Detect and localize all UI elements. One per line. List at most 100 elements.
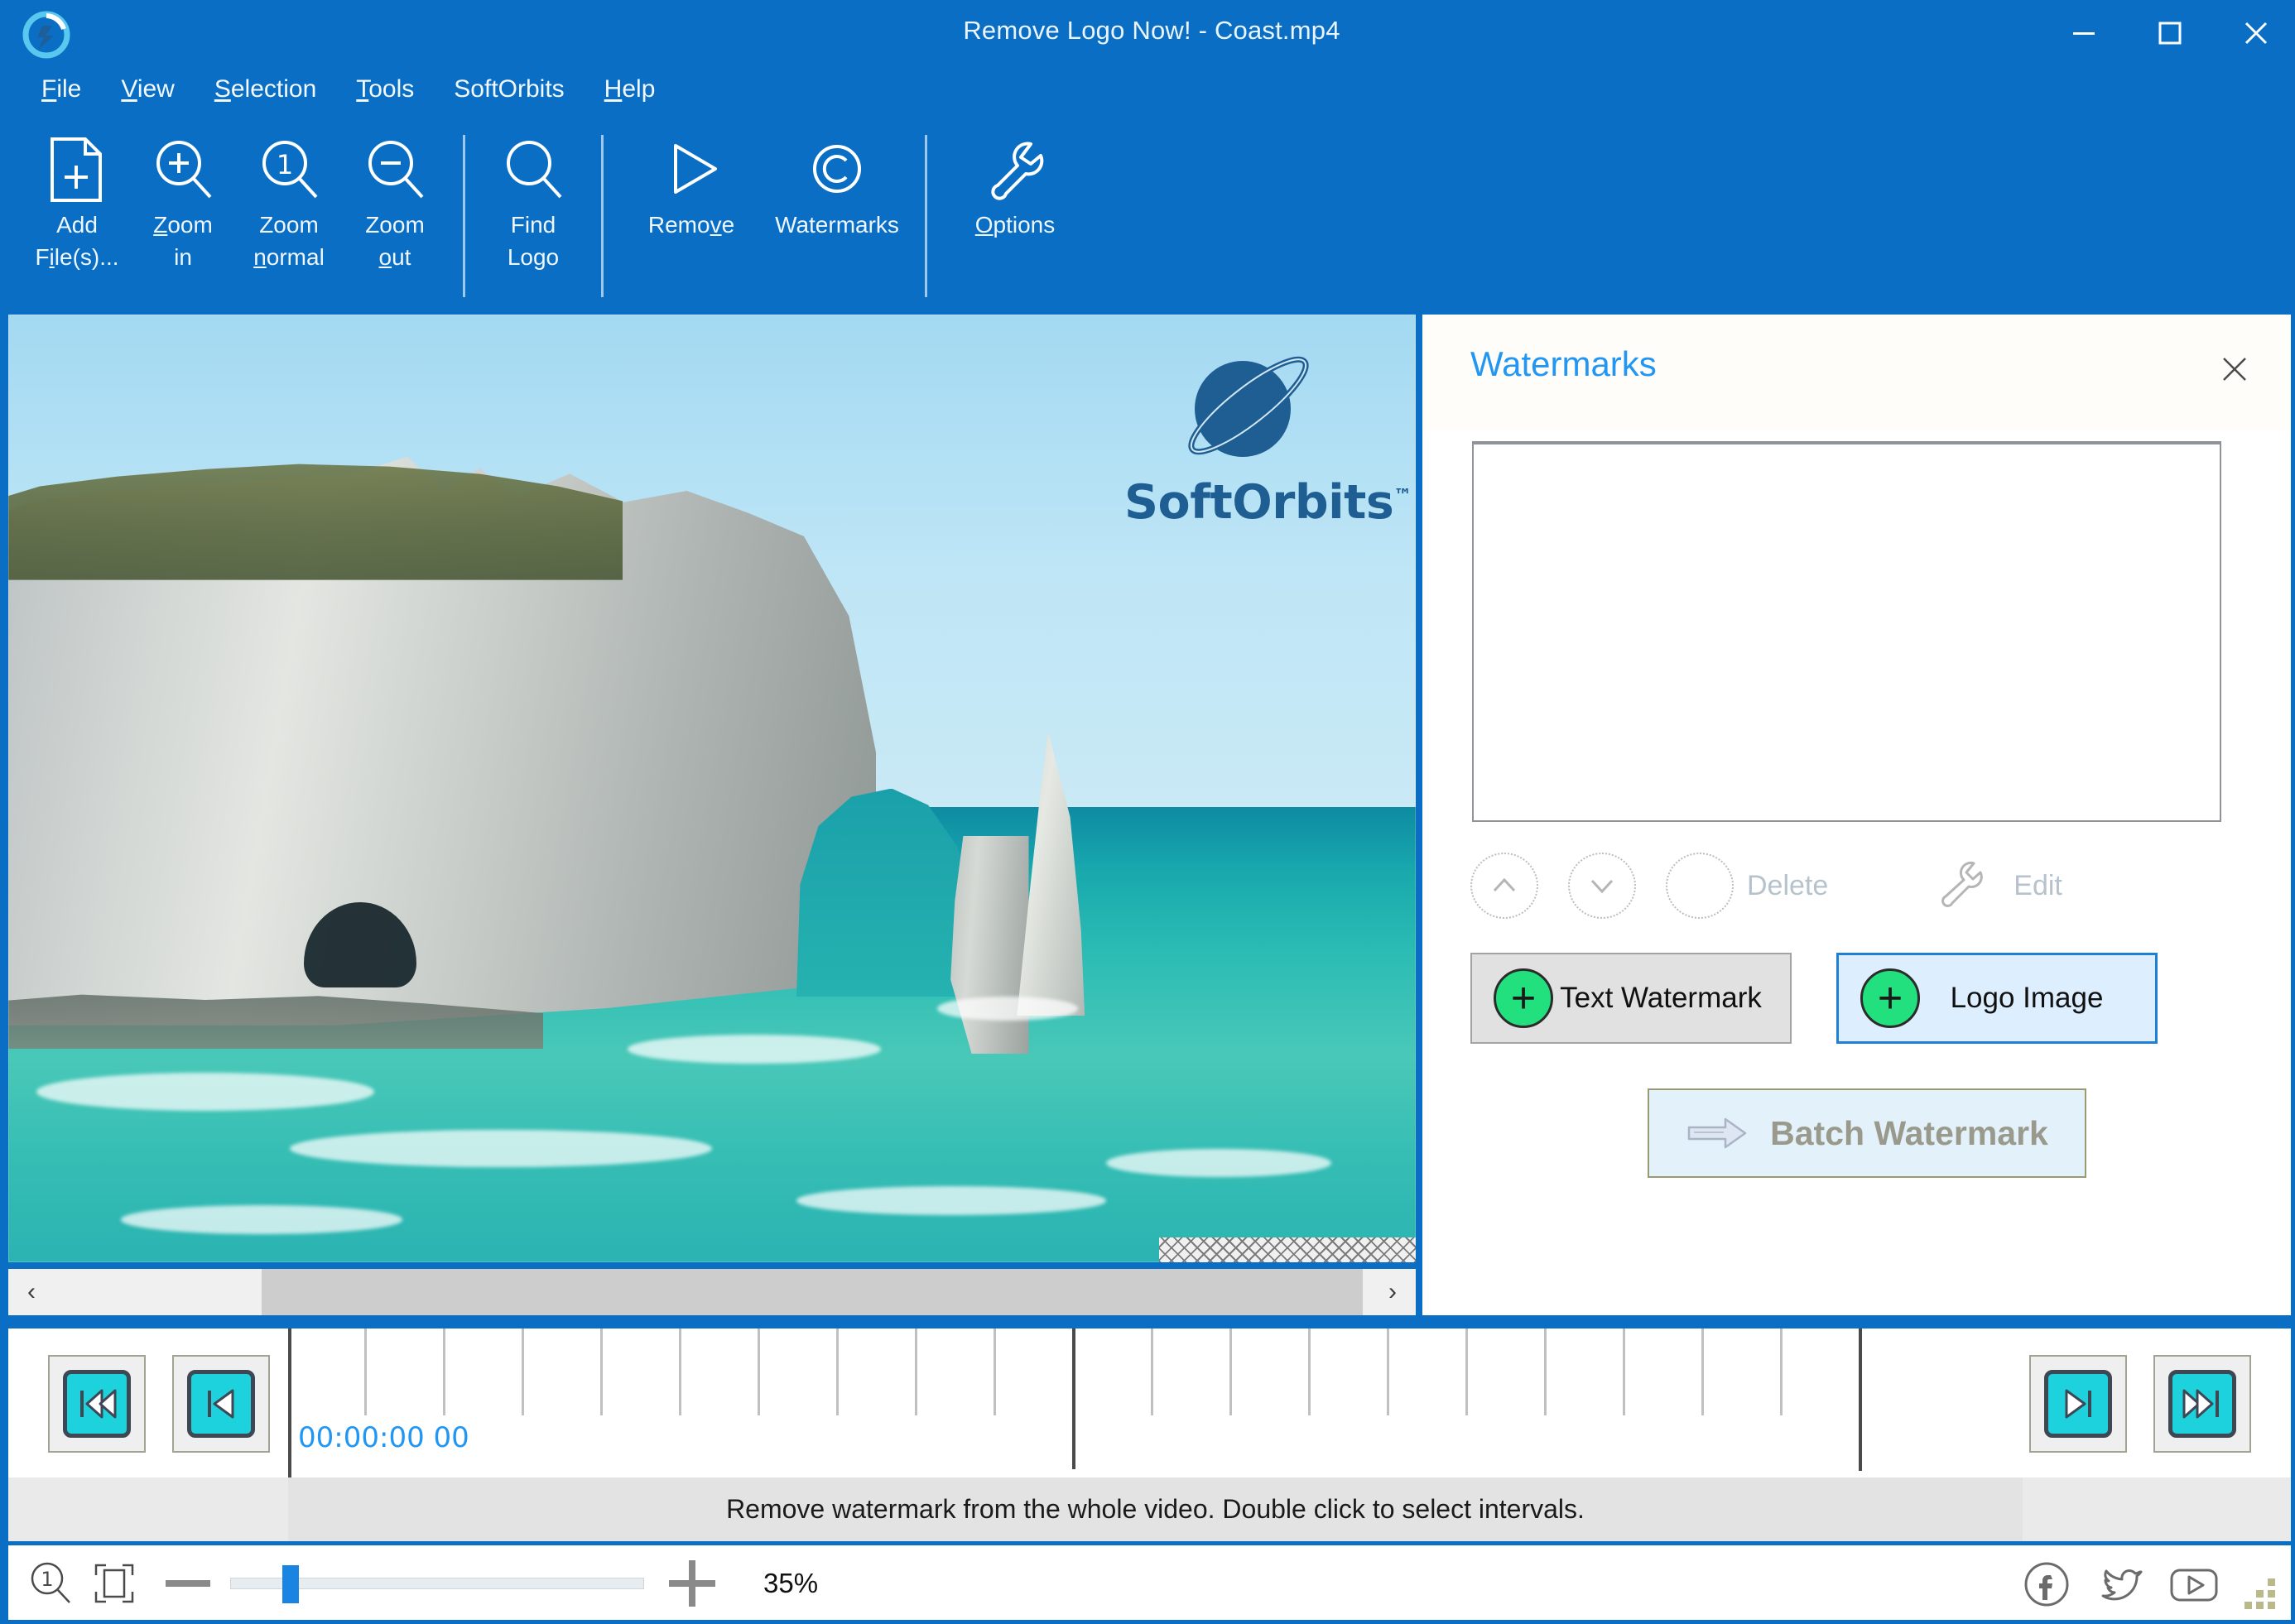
timeline-ruler[interactable]: 00:00:00 00 bbox=[288, 1329, 1935, 1477]
zoom-out-label-1: Zoom bbox=[365, 212, 425, 238]
remove-label: Remove bbox=[647, 212, 735, 238]
menu-help[interactable]: Help bbox=[604, 75, 656, 103]
watermarks-panel-title: Watermarks bbox=[1470, 344, 1657, 383]
close-button[interactable] bbox=[2213, 4, 2291, 62]
facebook-icon[interactable] bbox=[2021, 1559, 2072, 1610]
ruler-tick bbox=[600, 1329, 603, 1415]
title-bar: Remove Logo Now! - Coast.mp4 bbox=[4, 4, 2291, 64]
video-preview-canvas[interactable]: SoftOrbits™ bbox=[8, 315, 1416, 1262]
zoom-slider[interactable] bbox=[230, 1565, 644, 1603]
move-down-button[interactable] bbox=[1568, 853, 1636, 919]
next-frame-button[interactable] bbox=[2029, 1355, 2127, 1453]
next-frame-icon bbox=[2044, 1370, 2112, 1438]
svg-text:1: 1 bbox=[277, 149, 293, 180]
scrollbar-track[interactable] bbox=[55, 1269, 1369, 1315]
plus-icon: + bbox=[1494, 968, 1553, 1028]
youtube-icon[interactable] bbox=[2167, 1559, 2218, 1610]
scroll-right-button[interactable]: › bbox=[1369, 1269, 1416, 1315]
zoom-percent-label: 35% bbox=[763, 1568, 819, 1598]
add-files-button[interactable]: Add File(s)... bbox=[24, 115, 130, 281]
application-window: Remove Logo Now! - Coast.mp4 File View S… bbox=[0, 0, 2295, 1624]
ruler-tick bbox=[1229, 1329, 1232, 1415]
zoom-slider-thumb[interactable] bbox=[282, 1565, 299, 1603]
go-to-end-icon bbox=[2168, 1370, 2236, 1438]
delete-icon[interactable] bbox=[1666, 853, 1734, 919]
zoom-in-button[interactable]: Zoom in bbox=[130, 115, 236, 281]
batch-watermark-button[interactable]: Batch Watermark bbox=[1648, 1088, 2086, 1178]
find-logo-label-1: Find bbox=[510, 212, 556, 238]
watermarks-button[interactable]: Watermarks bbox=[764, 115, 910, 281]
scrollbar-thumb[interactable] bbox=[262, 1269, 1363, 1315]
options-button[interactable]: Options bbox=[942, 115, 1088, 281]
timeline-interval-bar[interactable]: Remove watermark from the whole video. D… bbox=[288, 1477, 2023, 1541]
ruler-tick bbox=[1780, 1329, 1783, 1415]
fit-to-window-icon[interactable] bbox=[83, 1552, 146, 1615]
ruler-tick bbox=[1701, 1329, 1704, 1415]
edit-button[interactable]: Edit bbox=[2014, 870, 2062, 902]
zoom-out-label-2: out bbox=[378, 244, 411, 270]
menu-view[interactable]: View bbox=[121, 75, 174, 103]
watermarks-panel-header: Watermarks bbox=[1422, 315, 2291, 430]
timeline-area: 00:00:00 00 Remove watermark from the wh… bbox=[8, 1329, 2291, 1541]
ruler-tick bbox=[679, 1329, 681, 1415]
text-watermark-button[interactable]: + Text Watermark bbox=[1470, 953, 1792, 1044]
edit-wrench-icon[interactable] bbox=[1921, 853, 2000, 919]
scroll-left-button[interactable]: ‹ bbox=[8, 1269, 55, 1315]
remove-play-icon bbox=[657, 133, 725, 206]
add-files-label-1: Add bbox=[56, 212, 98, 238]
menu-selection[interactable]: Selection bbox=[214, 75, 316, 103]
ruler-tick bbox=[1151, 1329, 1153, 1415]
menu-file-rest: ile bbox=[56, 75, 82, 103]
timeline-status-row: Remove watermark from the whole video. D… bbox=[8, 1477, 2291, 1541]
menu-bar: File View Selection Tools SoftOrbits Hel… bbox=[4, 64, 2291, 115]
go-to-end-button[interactable] bbox=[2153, 1355, 2251, 1453]
menu-file[interactable]: File bbox=[41, 75, 81, 103]
ruler-tick bbox=[1465, 1329, 1468, 1415]
watermarks-add-row: + Text Watermark + Logo Image bbox=[1470, 952, 2244, 1045]
menu-softorbits[interactable]: SoftOrbits bbox=[454, 75, 564, 103]
zoom-in-label-1: Zoom bbox=[153, 212, 213, 238]
zoom-normal-label-1: Zoom bbox=[259, 212, 319, 238]
previous-frame-button[interactable] bbox=[172, 1355, 270, 1453]
go-to-start-icon bbox=[63, 1370, 131, 1438]
close-icon[interactable] bbox=[2215, 349, 2254, 389]
ruler-tick bbox=[758, 1329, 760, 1415]
batch-arrow-icon bbox=[1687, 1117, 1747, 1149]
zoom-in-icon bbox=[149, 133, 217, 206]
maximize-button[interactable] bbox=[2127, 4, 2213, 62]
twitter-icon[interactable] bbox=[2094, 1559, 2145, 1610]
zoom-out-button[interactable]: Zoom out bbox=[342, 115, 448, 281]
selection-frame bbox=[8, 315, 1416, 1262]
timeline-top: 00:00:00 00 bbox=[8, 1329, 2291, 1477]
plus-glyph: + bbox=[1510, 974, 1537, 1022]
add-file-icon bbox=[47, 133, 107, 206]
watermarks-list-toolbar: Delete Edit bbox=[1470, 851, 2244, 920]
menu-selection-rest: election bbox=[230, 75, 317, 103]
logo-image-label: Logo Image bbox=[1950, 982, 2104, 1014]
minimize-button[interactable] bbox=[2041, 4, 2127, 62]
window-title: Remove Logo Now! - Coast.mp4 bbox=[963, 16, 1340, 45]
zoom-normal-button[interactable]: 1 Zoom normal bbox=[236, 115, 342, 281]
move-up-button[interactable] bbox=[1470, 853, 1538, 919]
remove-button[interactable]: Remove bbox=[618, 115, 764, 281]
zoom-out-button[interactable] bbox=[166, 1580, 210, 1587]
find-logo-label-2: Logo bbox=[507, 244, 560, 270]
delete-button[interactable]: Delete bbox=[1747, 870, 1828, 902]
batch-watermark-label: Batch Watermark bbox=[1770, 1113, 2048, 1152]
logo-image-button[interactable]: + Logo Image bbox=[1836, 953, 2158, 1044]
resize-grip[interactable] bbox=[2241, 1578, 2278, 1615]
menu-tools[interactable]: Tools bbox=[356, 75, 414, 103]
ruler-tick bbox=[915, 1329, 917, 1415]
toolbar-separator-2 bbox=[601, 135, 604, 297]
status-bar: 1 35% bbox=[8, 1545, 2291, 1620]
watermarks-list[interactable] bbox=[1472, 441, 2221, 822]
menu-softorbits-label: SoftOrbits bbox=[454, 75, 565, 103]
zoom-actual-size-icon[interactable]: 1 bbox=[20, 1552, 83, 1615]
ruler-tick bbox=[994, 1329, 996, 1415]
watermarks-label: Watermarks bbox=[775, 212, 899, 238]
preview-horizontal-scrollbar[interactable]: ‹ › bbox=[8, 1269, 1416, 1315]
zoom-in-button[interactable] bbox=[669, 1560, 715, 1607]
current-timecode: 00:00:00 00 bbox=[298, 1421, 469, 1454]
find-logo-button[interactable]: Find Logo bbox=[480, 115, 586, 281]
go-to-start-button[interactable] bbox=[48, 1355, 146, 1453]
